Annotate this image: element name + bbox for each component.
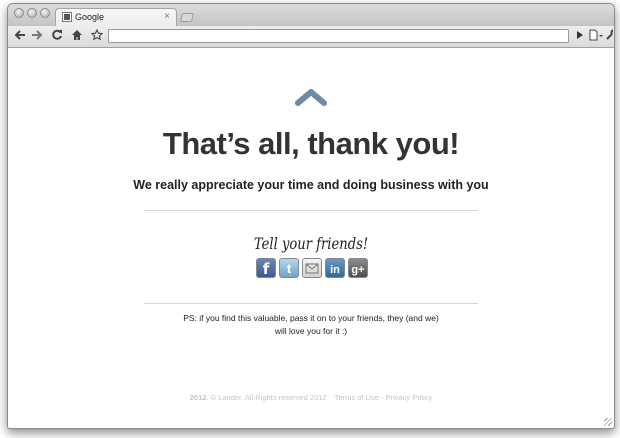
google-plus-label: g+ [351, 264, 365, 276]
window-close-dot[interactable] [14, 8, 24, 18]
window-zoom-dot[interactable] [40, 8, 50, 18]
privacy-link[interactable]: Privacy Policy [386, 393, 433, 402]
twitter-label: t [286, 261, 292, 276]
page-title: That’s all, thank you! [162, 126, 460, 161]
tab-title: Google [75, 12, 105, 22]
tab-bar: Google × [8, 4, 614, 26]
divider-top [144, 210, 478, 211]
email-icon[interactable] [302, 258, 322, 278]
linkedin-label: in [330, 264, 340, 276]
browser-window: Google × That’s all, thank you! We reall… [7, 3, 615, 429]
tab-google[interactable]: Google × [55, 8, 177, 26]
resize-grip-icon[interactable] [604, 418, 612, 426]
ps-line-1: PS: if you find this valuable, pass it o… [183, 313, 439, 323]
twitter-icon[interactable]: t [279, 258, 299, 278]
linkedin-icon[interactable]: in [325, 258, 345, 278]
forward-arrow-icon[interactable] [30, 29, 44, 43]
tab-close-icon[interactable]: × [164, 11, 170, 22]
address-bar[interactable] [108, 29, 569, 43]
page-menu-icon[interactable] [589, 29, 603, 43]
facebook-icon[interactable]: f [256, 258, 276, 278]
tell-friends-heading: Tell your friends! [253, 234, 369, 253]
terms-link[interactable]: Terms of Use [335, 393, 379, 402]
home-icon[interactable] [70, 29, 84, 43]
play-icon[interactable] [574, 29, 586, 43]
footer-separator: - [380, 393, 384, 402]
chevron-up-icon[interactable] [295, 88, 327, 106]
divider-bottom [144, 303, 478, 304]
wrench-icon[interactable] [605, 29, 613, 43]
browser-toolbar [8, 26, 614, 48]
ps-note: PS: if you find this valuable, pass it o… [8, 312, 614, 338]
ps-line-2: will love you for it :) [274, 326, 348, 336]
footer-copyright: . © Lander. All Rights reserved 2012 [206, 393, 327, 402]
google-plus-icon[interactable]: g+ [348, 258, 368, 278]
address-text [109, 35, 112, 45]
favicon-icon [62, 12, 72, 22]
new-tab-button[interactable] [179, 13, 195, 22]
page-subtitle: We really appreciate your time and doing… [133, 178, 489, 192]
reload-icon[interactable] [50, 29, 64, 43]
footer-year: 2012 [189, 393, 207, 402]
window-minimize-dot[interactable] [27, 8, 37, 18]
facebook-label: f [262, 260, 270, 278]
bookmark-star-icon[interactable] [90, 28, 104, 43]
footer: 2012. © Lander. All Rights reserved 2012… [8, 393, 614, 402]
page-content: That’s all, thank you! We really appreci… [8, 48, 614, 428]
back-arrow-icon[interactable] [13, 29, 27, 43]
